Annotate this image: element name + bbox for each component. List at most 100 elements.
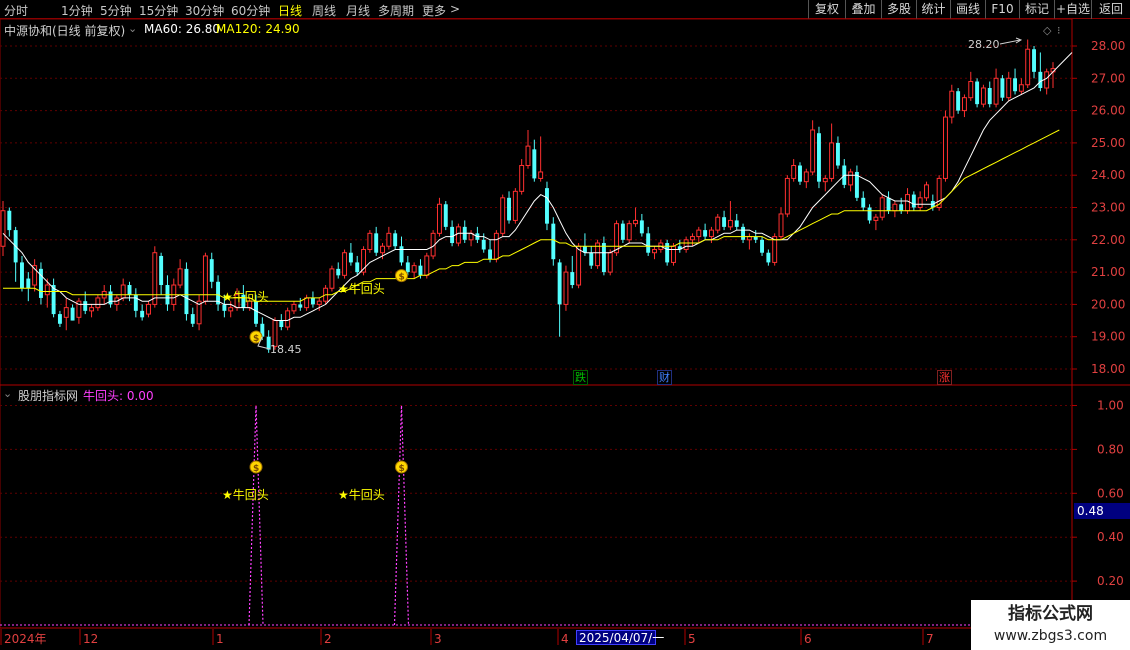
money-bag-symbol: $ — [398, 464, 404, 474]
candle-body-down — [766, 252, 771, 263]
candle-body-up — [943, 116, 948, 179]
candle-body-up — [803, 171, 809, 183]
candle-body-down — [911, 194, 916, 208]
candle-body-down — [336, 268, 341, 276]
candle-body-up — [95, 297, 101, 309]
candle-body-up — [892, 203, 898, 212]
candle-body-up — [500, 197, 506, 234]
x-axis-label: 5 — [688, 632, 696, 646]
price-tick-label: 21.00 — [1091, 265, 1125, 279]
candle-body-down — [374, 233, 379, 253]
candle-body-up — [879, 197, 885, 218]
candle-body-up — [961, 97, 967, 112]
event-marker-rise[interactable]: 涨 — [937, 370, 952, 385]
candle-body-up — [0, 210, 6, 247]
x-axis-label: 1 — [216, 632, 224, 646]
candle-body-down — [620, 223, 625, 240]
event-marker-finance[interactable]: 财 — [657, 370, 672, 385]
candle-body-down — [987, 87, 992, 105]
money-bag-symbol: $ — [398, 273, 404, 283]
watermark-title: 指标公式网 — [1008, 604, 1093, 624]
candle-body-up — [285, 310, 291, 328]
candle-body-down — [159, 255, 164, 286]
event-marker-fall[interactable]: 跌 — [573, 370, 588, 385]
candle-body-up — [291, 303, 297, 312]
price-tick-label: 26.00 — [1091, 104, 1125, 118]
price-tick-label: 23.00 — [1091, 201, 1125, 215]
candle-body-down — [140, 310, 145, 318]
indicator-signal-spike — [248, 405, 264, 626]
candle-body-up — [848, 171, 854, 186]
candle-body-down — [190, 314, 195, 324]
diamond-icon[interactable]: ◇ — [1043, 24, 1051, 37]
candle-body-down — [83, 301, 88, 311]
candle-body-up — [329, 268, 335, 289]
candle-body-down — [835, 142, 840, 166]
candle-body-down — [1038, 71, 1043, 88]
price-tick-label: 22.00 — [1091, 233, 1125, 247]
chevron-down-icon[interactable]: ⌄ — [3, 387, 12, 400]
candle-body-up — [917, 197, 923, 208]
candle-body-up — [949, 90, 955, 118]
candle-body-up — [177, 268, 183, 286]
candle-body-up — [1018, 84, 1024, 92]
candle-body-down — [108, 291, 113, 305]
candle-body-down — [279, 320, 284, 328]
candle-body-down — [867, 207, 872, 221]
candle-body-down — [127, 285, 132, 295]
price-tick-label: 25.00 — [1091, 136, 1125, 150]
ma120-legend: MA120: 24.90 — [216, 22, 300, 36]
candle-body-down — [405, 262, 410, 273]
candle-body-up — [924, 184, 929, 199]
candle-body-down — [545, 188, 549, 224]
candle-body-up — [525, 145, 531, 167]
x-axis-label: 3 — [434, 632, 442, 646]
candle-body-down — [20, 262, 24, 289]
indicator-tick-label: 0.40 — [1097, 530, 1124, 544]
ma60-line — [2, 52, 1073, 321]
watermark: 指标公式网 www.zbgs3.com — [971, 600, 1130, 650]
candle-body-up — [411, 265, 417, 273]
candle-body-up — [626, 223, 632, 241]
candle-body-down — [861, 197, 866, 208]
candle-body-down — [399, 246, 404, 263]
candle-body-up — [822, 177, 828, 183]
candle-body-up — [424, 255, 430, 276]
candle-body-down — [703, 230, 708, 237]
indicator-cursor-value: 0.48 — [1074, 503, 1130, 519]
x-axis-label: 2024年 — [4, 632, 47, 646]
candle-body-down — [798, 165, 802, 182]
ma60-legend: MA60: 26.80 — [144, 22, 221, 36]
price-tick-label: 28.00 — [1091, 39, 1125, 53]
candle-body-up — [1044, 71, 1050, 89]
candle-body-up — [1006, 77, 1012, 99]
candle-body-down — [26, 278, 31, 289]
candle-body-up — [671, 245, 676, 263]
x-axis-label: 12 — [83, 632, 98, 646]
kline-chart[interactable]: 28.0027.0026.0025.0024.0023.0022.0021.00… — [0, 0, 1130, 650]
candle-body-up — [380, 245, 385, 254]
candle-body-up — [652, 248, 657, 254]
candle-body-up — [715, 216, 721, 231]
dots-icon[interactable]: ⁝ — [1057, 24, 1061, 37]
candle-body-up — [386, 232, 392, 247]
candle-body-up — [44, 284, 50, 296]
indicator-name: 股朋指标网 — [18, 389, 79, 403]
candle-body-down — [734, 220, 739, 227]
candle-body-up — [784, 177, 790, 215]
candle-body-down — [532, 149, 537, 179]
candle-body-down — [741, 226, 746, 240]
candle-body-down — [639, 220, 644, 234]
candle-body-up — [228, 307, 234, 312]
chevron-down-icon[interactable]: ⌄ — [128, 22, 137, 35]
x-axis-label: 7 — [926, 632, 934, 646]
candle-body-down — [133, 294, 138, 311]
candle-body-down — [393, 233, 398, 247]
indicator-signal-spike — [393, 405, 410, 626]
candle-body-down — [899, 204, 904, 211]
price-tick-label: 27.00 — [1091, 71, 1125, 85]
candle-body-up — [304, 297, 310, 309]
candle-body-down — [70, 307, 75, 321]
candle-body-up — [607, 252, 613, 273]
candle-body-up — [519, 165, 525, 192]
